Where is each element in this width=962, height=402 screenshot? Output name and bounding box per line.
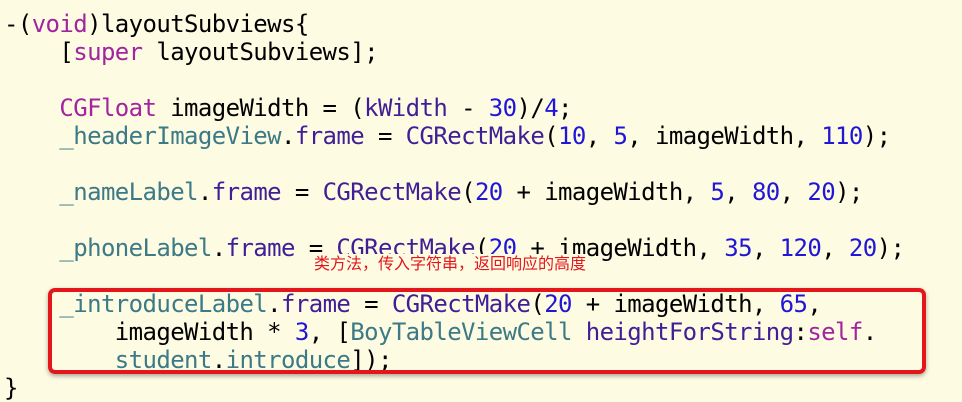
code-token-number: 120 <box>779 234 822 262</box>
code-token-plain: imageWidth = ( <box>156 94 365 122</box>
code-token-plain: , imageWidth, <box>627 122 822 150</box>
code-line: CGFloat imageWidth = (kWidth - 30)/4; <box>4 94 572 122</box>
code-token-plain: ; <box>558 94 572 122</box>
code-line: _headerImageView.frame = CGRectMake(10 , … <box>4 122 891 150</box>
code-token-type-or-method: frame <box>225 234 296 262</box>
code-token-keyword: void <box>31 10 88 38</box>
code-token-number: 20 <box>848 234 877 262</box>
code-token-plain: } <box>4 374 18 402</box>
code-token-type-or-method: frame <box>211 178 282 206</box>
code-token-keyword: super <box>73 38 143 66</box>
code-line: } <box>4 374 18 402</box>
code-token-type-or-method: kWidth <box>364 94 448 122</box>
code-token-type-or-method: CGRectMake <box>322 178 462 206</box>
code-token-number: 5 <box>613 122 628 150</box>
code-token-plain: , <box>821 234 849 262</box>
code-token-number: 20 <box>807 178 836 206</box>
code-token-number: 110 <box>821 122 863 150</box>
code-token-plain: [ <box>4 38 74 66</box>
code-token-plain: . <box>197 178 212 206</box>
code-token-plain: , <box>585 122 614 150</box>
code-token-number: 10 <box>558 122 586 150</box>
code-token-ivar: _headerImageView <box>59 122 281 150</box>
code-token-plain: ( <box>461 178 475 206</box>
code-token-number: 80 <box>751 178 780 206</box>
code-token-number: 5 <box>710 178 725 206</box>
code-token-plain: , <box>751 234 780 262</box>
code-token-ivar: _phoneLabel <box>59 234 212 262</box>
code-token-number: 30 <box>488 94 517 122</box>
code-line: [super layoutSubviews]; <box>4 38 378 66</box>
code-token-plain: ); <box>862 122 891 150</box>
code-token-plain: , <box>779 178 808 206</box>
code-line: _nameLabel.frame = CGRectMake(20 + image… <box>4 178 863 206</box>
code-token-plain: ); <box>835 178 863 206</box>
code-token-plain: , <box>724 178 752 206</box>
code-token-keyword: CGFloat <box>59 94 157 122</box>
code-token-plain: . <box>211 234 226 262</box>
code-token-plain: = <box>281 178 323 206</box>
code-line: -(void)layoutSubviews{ <box>4 10 309 38</box>
code-token-number: 4 <box>544 94 559 122</box>
code-token-plain: = <box>364 122 406 150</box>
code-token-plain: layoutSubviews]; <box>142 38 378 66</box>
code-token-number: 20 <box>474 178 503 206</box>
code-token-plain: )/ <box>516 94 545 122</box>
code-token-plain: . <box>281 122 295 150</box>
annotation-label: 类方法，传入字符串，返回响应的高度 <box>312 254 589 274</box>
code-token-plain: + imageWidth, <box>502 178 711 206</box>
code-token-number: 35 <box>724 234 752 262</box>
code-token-plain: ); <box>876 234 905 262</box>
annotation-highlight-box <box>48 288 926 374</box>
code-token-type-or-method: CGRectMake <box>405 122 545 150</box>
code-token-plain: ( <box>544 122 559 150</box>
code-token-type-or-method: frame <box>294 122 365 150</box>
code-token-plain: - <box>447 94 489 122</box>
code-token-plain: )layoutSubviews{ <box>87 10 309 38</box>
code-token-plain: -( <box>4 10 32 38</box>
code-token-ivar: _nameLabel <box>59 178 198 206</box>
